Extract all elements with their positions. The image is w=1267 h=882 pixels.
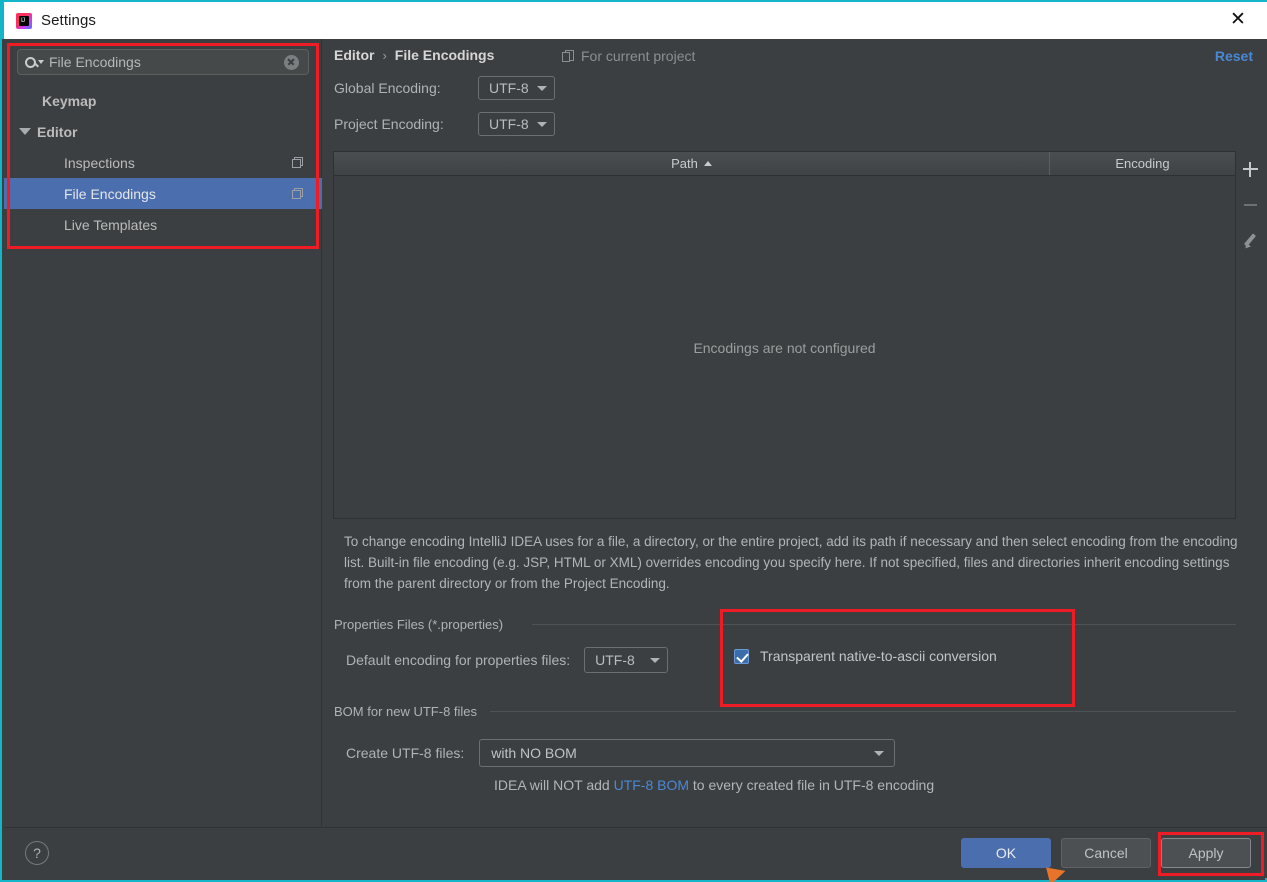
search-input[interactable] xyxy=(49,54,284,70)
apply-button[interactable]: Apply xyxy=(1161,838,1251,868)
properties-group-rule xyxy=(532,624,1236,625)
settings-main-panel: Editor › File Encodings For current proj… xyxy=(322,39,1267,828)
breadcrumb-separator: › xyxy=(382,47,387,63)
sidebar-item-label: Editor xyxy=(37,123,78,140)
native-to-ascii-checkbox-row[interactable]: Transparent native-to-ascii conversion xyxy=(734,648,997,664)
copy-icon[interactable] xyxy=(292,187,304,200)
title-bar: IJ Settings ✕ xyxy=(2,0,1267,39)
create-utf8-files-label: Create UTF-8 files: xyxy=(346,745,465,761)
table-header-row: Path Encoding xyxy=(334,152,1235,176)
bom-group-rule xyxy=(490,711,1236,712)
dialog-footer: ? OK Cancel Apply xyxy=(4,827,1267,878)
close-icon[interactable]: ✕ xyxy=(1215,2,1261,37)
default-properties-encoding-select[interactable]: UTF-8 xyxy=(584,647,669,673)
help-button[interactable]: ? xyxy=(25,841,49,865)
utf8-bom-link[interactable]: UTF-8 BOM xyxy=(614,777,689,793)
sidebar-item-label: Inspections xyxy=(64,154,135,171)
plus-icon xyxy=(1242,161,1258,177)
search-field[interactable] xyxy=(17,49,309,75)
column-header-label: Encoding xyxy=(1115,156,1170,171)
settings-sidebar: Keymap Editor Inspections File Encodings… xyxy=(4,39,322,828)
column-header-path[interactable]: Path xyxy=(334,152,1050,175)
bom-note-suffix: to every created file in UTF-8 encoding xyxy=(689,777,935,793)
for-current-project-label: For current project xyxy=(562,48,695,64)
minus-icon xyxy=(1243,204,1257,206)
native-to-ascii-label: Transparent native-to-ascii conversion xyxy=(760,648,997,664)
column-header-encoding[interactable]: Encoding xyxy=(1050,152,1235,175)
chevron-down-icon xyxy=(536,85,547,91)
remove-button[interactable] xyxy=(1238,187,1262,223)
dialog-buttons: OK Cancel Apply xyxy=(961,838,1251,868)
sidebar-item-label: File Encodings xyxy=(64,185,156,202)
settings-dialog: IJ Settings ✕ Keymap Editor xyxy=(0,0,1267,882)
breadcrumb-parent[interactable]: Editor xyxy=(334,47,374,63)
encodings-description: To change encoding IntelliJ IDEA uses fo… xyxy=(344,534,1238,591)
global-encoding-label: Global Encoding: xyxy=(334,80,441,96)
breadcrumb: Editor › File Encodings xyxy=(334,47,494,63)
chevron-down-icon xyxy=(650,657,661,663)
global-encoding-row: Global Encoding: UTF-8 xyxy=(334,76,555,100)
bom-note-prefix: IDEA will NOT add xyxy=(494,777,614,793)
search-icon[interactable] xyxy=(25,56,44,68)
sidebar-item-file-encodings[interactable]: File Encodings xyxy=(4,178,322,209)
dialog-body: Keymap Editor Inspections File Encodings… xyxy=(4,39,1267,828)
project-copy-icon xyxy=(562,50,574,62)
default-properties-encoding-label: Default encoding for properties files: xyxy=(346,652,571,668)
default-properties-encoding-row: Default encoding for properties files: U… xyxy=(346,647,669,673)
sidebar-item-inspections[interactable]: Inspections xyxy=(4,147,322,178)
global-encoding-value: UTF-8 xyxy=(489,80,529,96)
settings-tree: Keymap Editor Inspections File Encodings… xyxy=(4,85,322,240)
add-button[interactable] xyxy=(1238,151,1262,187)
clear-icon[interactable] xyxy=(284,54,299,70)
project-encoding-label: Project Encoding: xyxy=(334,116,444,132)
sort-ascending-icon xyxy=(703,161,712,166)
cancel-button[interactable]: Cancel xyxy=(1061,838,1151,868)
ok-button[interactable]: OK xyxy=(961,838,1051,868)
bom-note: IDEA will NOT add UTF-8 BOM to every cre… xyxy=(494,777,934,793)
window-title: Settings xyxy=(41,12,96,29)
chevron-down-icon xyxy=(874,750,885,756)
intellij-idea-icon: IJ xyxy=(16,12,32,29)
table-toolbar xyxy=(1238,151,1262,291)
column-header-label: Path xyxy=(671,156,698,171)
create-utf8-files-row: Create UTF-8 files: with NO BOM xyxy=(346,739,896,767)
copy-icon[interactable] xyxy=(292,156,304,169)
sidebar-item-label: Keymap xyxy=(42,92,97,109)
project-encoding-row: Project Encoding: UTF-8 xyxy=(334,112,555,136)
project-encoding-select[interactable]: UTF-8 xyxy=(478,112,555,136)
sidebar-item-live-templates[interactable]: Live Templates xyxy=(4,209,322,240)
breadcrumb-current: File Encodings xyxy=(394,47,495,63)
sidebar-item-label: Live Templates xyxy=(64,216,158,233)
chevron-down-icon xyxy=(536,121,547,127)
sidebar-item-editor[interactable]: Editor xyxy=(4,116,322,147)
edit-button[interactable] xyxy=(1238,223,1262,259)
sidebar-item-keymap[interactable]: Keymap xyxy=(4,85,322,116)
encodings-table[interactable]: Path Encoding Encodings are not configur… xyxy=(333,151,1236,519)
for-current-project-text: For current project xyxy=(581,48,696,64)
pencil-icon xyxy=(1243,234,1257,248)
project-encoding-value: UTF-8 xyxy=(489,116,529,132)
create-utf8-files-value: with NO BOM xyxy=(491,745,577,761)
default-properties-encoding-value: UTF-8 xyxy=(595,652,635,668)
reset-link[interactable]: Reset xyxy=(1215,48,1253,64)
bom-group-title: BOM for new UTF-8 files xyxy=(334,704,478,719)
table-empty-message: Encodings are not configured xyxy=(693,339,876,356)
checkbox-checked-icon[interactable] xyxy=(734,648,749,664)
create-utf8-files-select[interactable]: with NO BOM xyxy=(479,739,896,767)
global-encoding-select[interactable]: UTF-8 xyxy=(478,76,555,100)
chevron-down-icon[interactable] xyxy=(19,128,31,135)
properties-group-title: Properties Files (*.properties) xyxy=(334,617,504,632)
